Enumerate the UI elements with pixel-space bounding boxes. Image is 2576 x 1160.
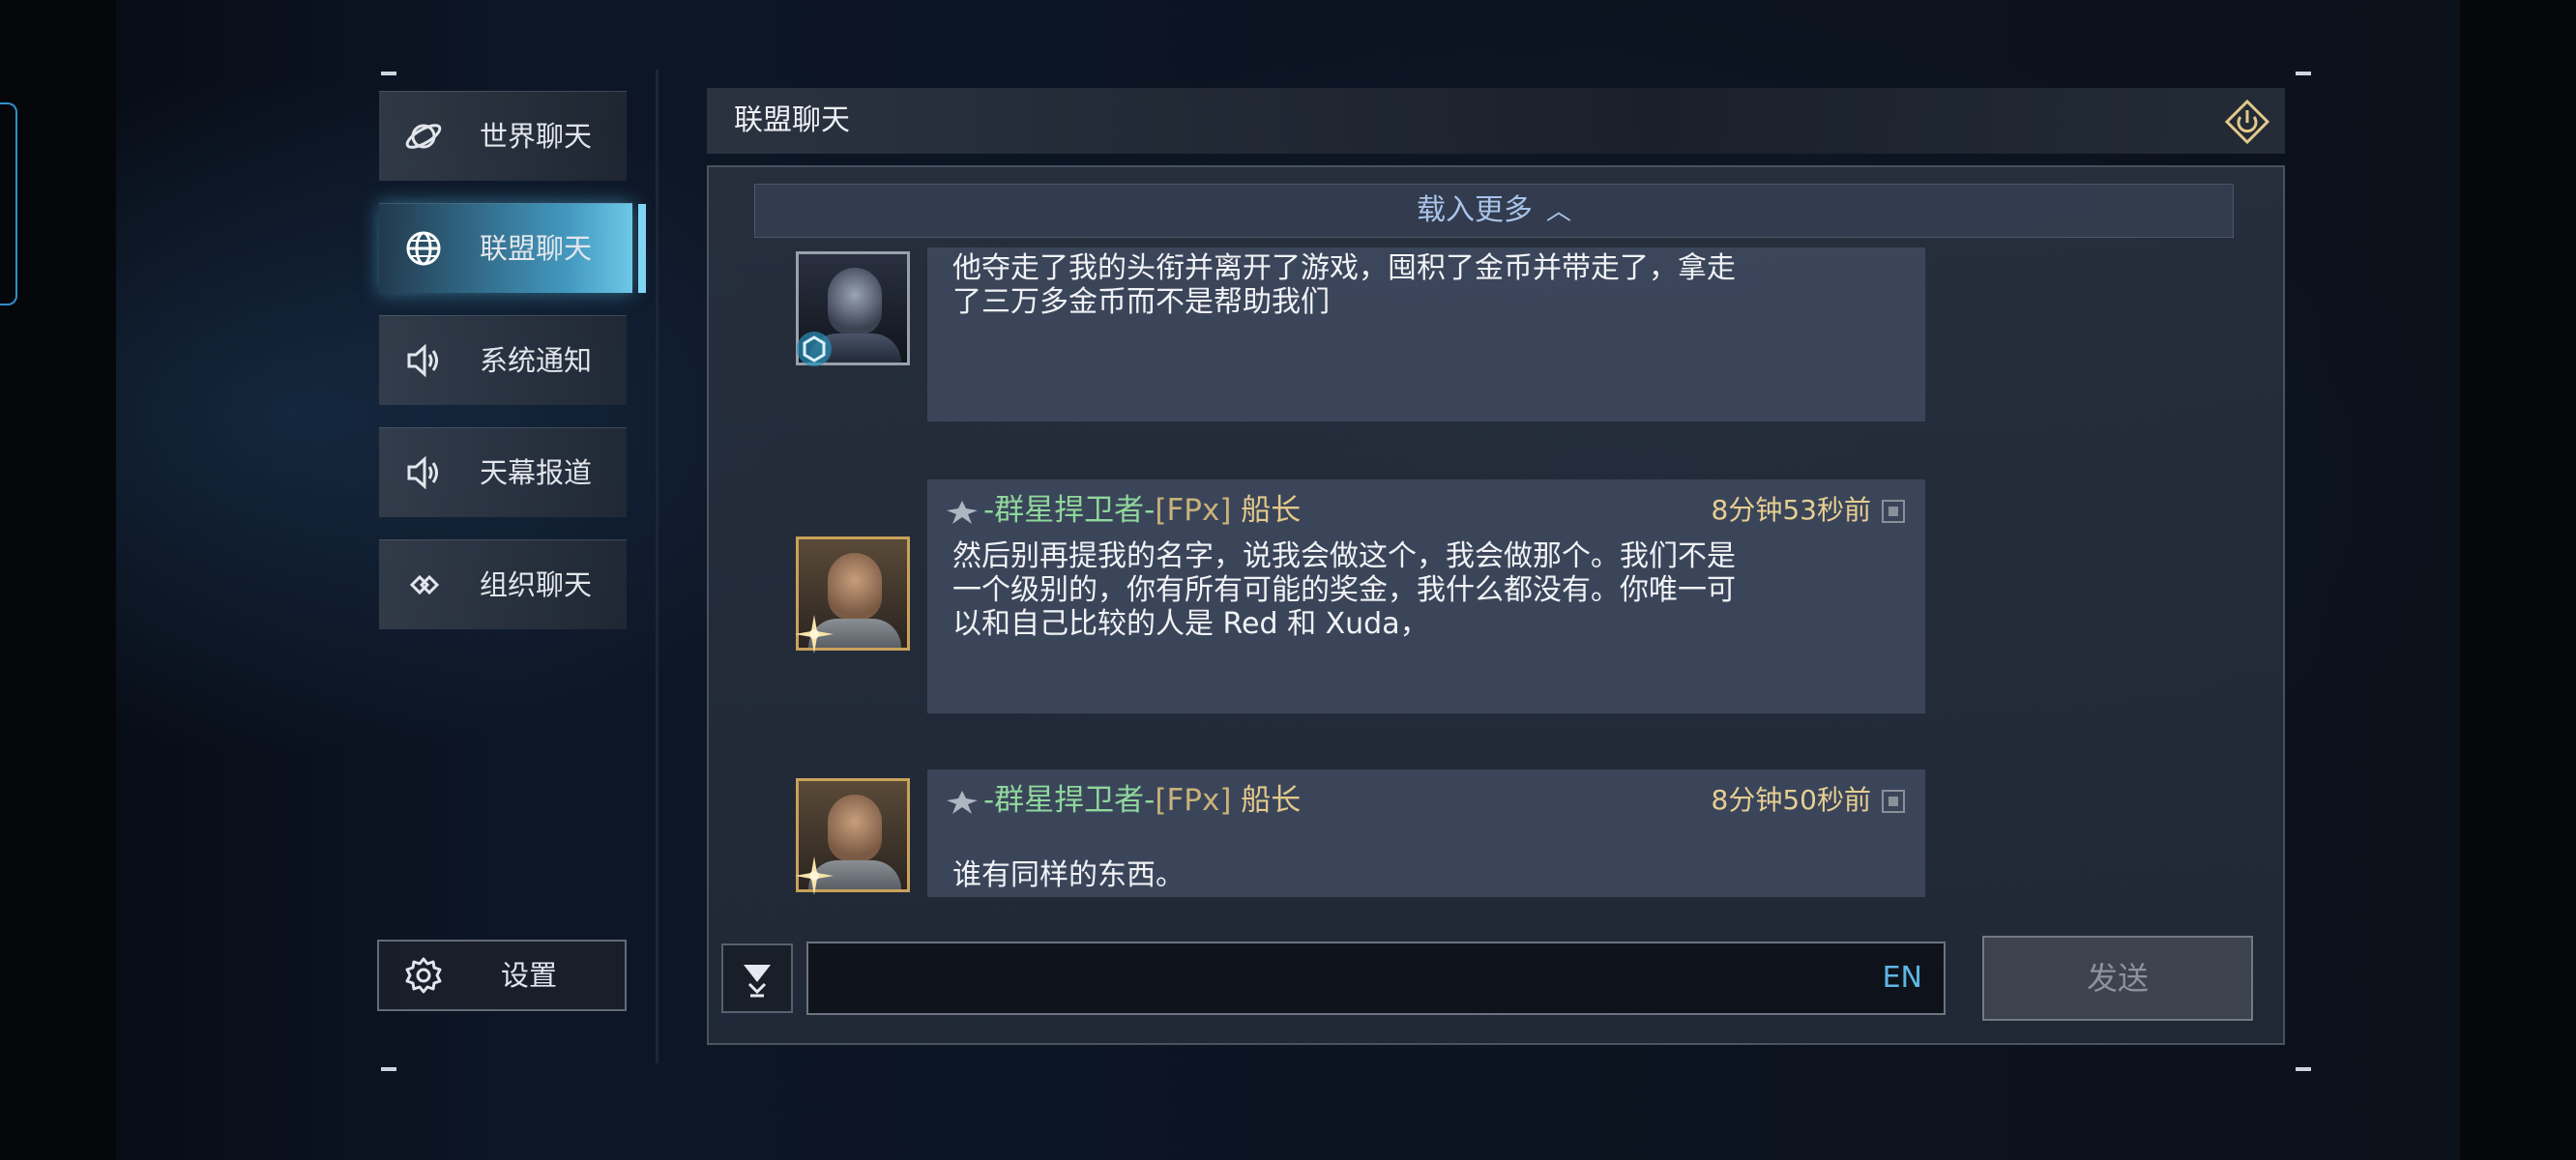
message-text: 谁有同样的东西。 bbox=[952, 858, 1185, 892]
hex-badge-icon bbox=[797, 332, 832, 366]
sender-role: 船长 bbox=[1241, 783, 1302, 818]
planet-icon bbox=[404, 117, 443, 156]
corner-marker bbox=[2296, 1067, 2311, 1071]
gear-icon bbox=[404, 956, 443, 995]
sender-row[interactable]: -群星捍卫者-[FPx] 船长 bbox=[945, 491, 1301, 530]
corner-marker bbox=[381, 72, 396, 75]
edge-handle[interactable] bbox=[0, 102, 17, 305]
sidebar-item-org-chat[interactable]: 组织聊天 bbox=[379, 539, 627, 629]
copy-icon[interactable] bbox=[1881, 499, 1906, 524]
sidebar-item-sky-report[interactable]: 天幕报道 bbox=[379, 427, 627, 517]
sidebar-item-label: 世界聊天 bbox=[480, 120, 593, 153]
sidebar-item-label: 联盟聊天 bbox=[480, 232, 593, 265]
load-more-button[interactable]: 载入更多 ︿ bbox=[754, 184, 2234, 238]
sender-tag: [FPx] bbox=[1155, 783, 1232, 818]
sidebar-divider bbox=[656, 70, 659, 1063]
load-more-label: 载入更多 bbox=[1416, 193, 1533, 227]
rank-emblem-icon bbox=[947, 500, 978, 524]
settings-label: 设置 bbox=[501, 959, 558, 992]
speaker-icon bbox=[404, 341, 443, 380]
sidebar-item-alliance-chat[interactable]: 联盟聊天 bbox=[379, 203, 646, 293]
message-timestamp: 8分钟53秒前 bbox=[1711, 494, 1871, 526]
message-input[interactable] bbox=[822, 949, 1831, 1009]
funnel-down-icon bbox=[744, 965, 771, 998]
corner-marker bbox=[2296, 72, 2311, 75]
sender-guild: -群星捍卫者- bbox=[983, 783, 1156, 818]
message-bubble: 他夺走了我的头衔并离开了游戏，囤积了金币并带走了，拿走 了三万多金币而不是帮助我… bbox=[927, 247, 1925, 421]
message-text: 他夺走了我的头衔并离开了游戏，囤积了金币并带走了，拿走 了三万多金币而不是帮助我… bbox=[952, 251, 1736, 319]
message-timestamp: 8分钟50秒前 bbox=[1711, 784, 1871, 816]
sender-guild: -群星捍卫者- bbox=[983, 493, 1156, 528]
message-bubble: -群星捍卫者-[FPx] 船长 8分钟53秒前 然后别再提我的名字，说我会做这个… bbox=[927, 479, 1925, 713]
chat-header: 联盟聊天 bbox=[707, 88, 2285, 154]
rank-emblem-icon bbox=[947, 790, 978, 814]
left-letterbox bbox=[0, 0, 116, 1160]
link-icon bbox=[404, 566, 443, 604]
sidebar-item-world-chat[interactable]: 世界聊天 bbox=[379, 91, 627, 181]
message-input-field[interactable]: EN bbox=[806, 942, 1946, 1015]
message-list[interactable]: 他夺走了我的头衔并离开了游戏，囤积了金币并带走了，拿走 了三万多金币而不是帮助我… bbox=[709, 247, 2283, 897]
power-icon[interactable] bbox=[2224, 99, 2270, 145]
sidebar-item-label: 天幕报道 bbox=[480, 456, 593, 489]
sender-role: 船长 bbox=[1241, 493, 1302, 528]
send-button[interactable]: 发送 bbox=[1982, 936, 2253, 1021]
chevron-up-icon: ︿ bbox=[1545, 197, 1571, 226]
sidebar-item-label: 系统通知 bbox=[480, 344, 593, 377]
star-badge-icon bbox=[795, 615, 834, 653]
copy-icon[interactable] bbox=[1881, 789, 1906, 814]
settings-button[interactable]: 设置 bbox=[377, 940, 627, 1011]
speaker-icon bbox=[404, 453, 443, 492]
star-badge-icon bbox=[795, 856, 834, 895]
page-title: 联盟聊天 bbox=[734, 103, 850, 137]
avatar[interactable] bbox=[796, 251, 910, 366]
language-toggle[interactable]: EN bbox=[1883, 943, 1922, 1013]
sidebar-item-system-notice[interactable]: 系统通知 bbox=[379, 315, 627, 405]
message-bubble: -群星捍卫者-[FPx] 船长 8分钟50秒前 谁有同样的东西。 bbox=[927, 769, 1925, 897]
corner-marker bbox=[381, 1067, 396, 1071]
sidebar-item-label: 组织聊天 bbox=[480, 568, 593, 601]
sender-tag: [FPx] bbox=[1155, 493, 1232, 528]
globe-icon bbox=[404, 229, 443, 268]
message-text: 然后别再提我的名字，说我会做这个，我会做那个。我们不是 一个级别的，你有所有可能… bbox=[952, 539, 1736, 641]
sender-row[interactable]: -群星捍卫者-[FPx] 船长 bbox=[945, 781, 1301, 820]
avatar[interactable] bbox=[795, 536, 910, 653]
expression-toggle-button[interactable] bbox=[721, 943, 793, 1013]
right-letterbox bbox=[2460, 0, 2576, 1160]
avatar[interactable] bbox=[795, 778, 910, 895]
